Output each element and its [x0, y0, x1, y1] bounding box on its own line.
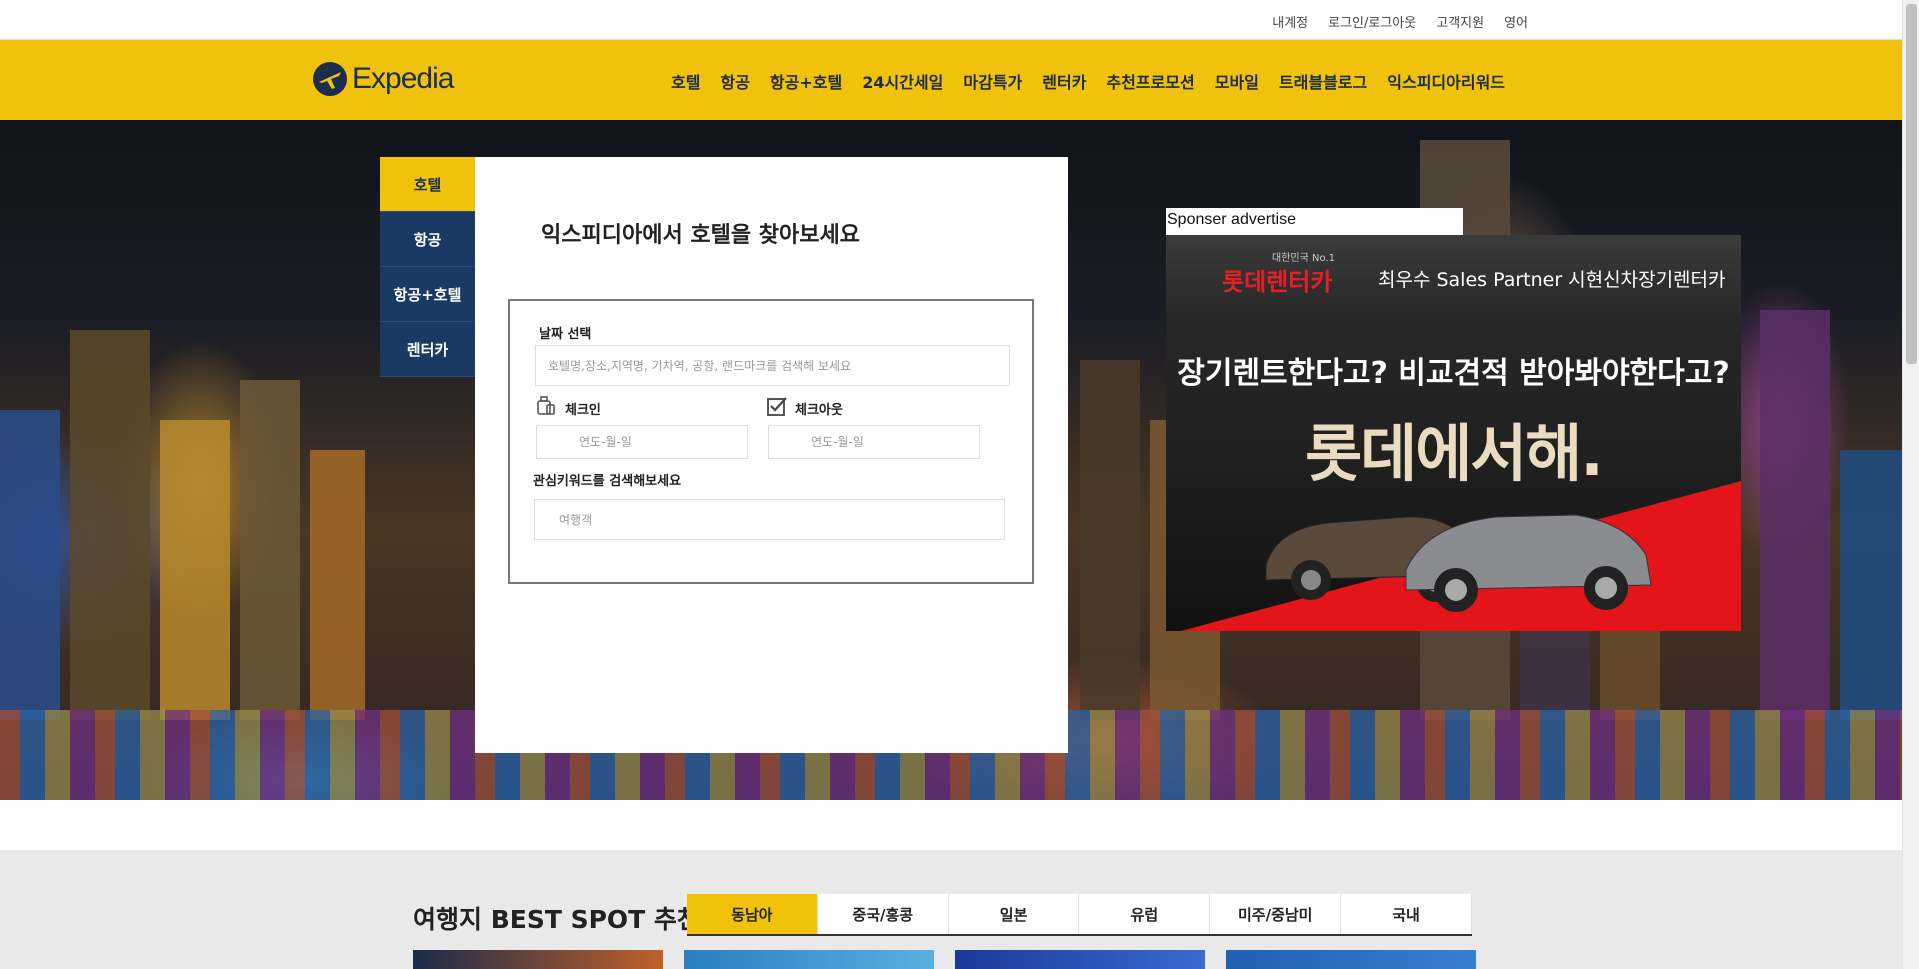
search-type-tabs: 호텔 항공 항공+호텔 렌터카 — [380, 157, 475, 377]
spot-thumbnails — [413, 950, 1476, 969]
ad-label: Sponser advertise — [1166, 208, 1463, 235]
date-select-label: 날짜 선택 — [539, 327, 592, 342]
search-form: 날짜 선택 체크인 체크아웃 관심키워드를 검색해보세요 — [508, 299, 1034, 584]
ad-brand-text: 롯데렌터카 — [1222, 268, 1333, 296]
checkbox-check-icon — [767, 397, 787, 416]
checkin-label: 체크인 — [565, 403, 601, 418]
tab-domestic[interactable]: 국내 — [1341, 894, 1472, 934]
nav-rewards[interactable]: 익스피디아리워드 — [1387, 69, 1505, 93]
login-logout-link[interactable]: 로그인/로그아웃 — [1328, 12, 1416, 31]
ad-headline: 장기렌트한다고? 비교견적 받아봐야한다고? — [1177, 356, 1730, 391]
expedia-logo[interactable]: Expedia — [312, 61, 454, 97]
plane-logo-icon — [313, 62, 347, 96]
spot-thumbnail[interactable] — [955, 950, 1205, 969]
ad-top-band: 대한민국 No.1 롯데렌터카 최우수 Sales Partner 시현신차장기… — [1166, 235, 1741, 325]
nav-flight[interactable]: 항공 — [720, 69, 749, 93]
keyword-label: 관심키워드를 검색해보세요 — [533, 474, 682, 489]
search-tab-flight[interactable]: 항공 — [380, 212, 475, 267]
nav-24h-sale[interactable]: 24시간세일 — [862, 69, 943, 93]
main-header: Expedia 호텔 항공 항공+호텔 24시간세일 마감특가 렌터카 추천프로… — [0, 40, 1902, 120]
nav-mobile[interactable]: 모바일 — [1215, 69, 1259, 93]
best-spot-tabs: 동남아 중국/홍콩 일본 유럽 미주/중남미 국내 — [687, 894, 1472, 936]
best-spot-title: 여행지 BEST SPOT 추천 — [413, 905, 700, 934]
nav-hotel[interactable]: 호텔 — [671, 69, 700, 93]
page-scrollbar[interactable] — [1902, 0, 1919, 969]
logo-text: Expedia — [352, 62, 454, 95]
english-link[interactable]: 영어 — [1504, 12, 1528, 31]
nav-travel-blog[interactable]: 트래블블로그 — [1279, 69, 1367, 93]
luggage-icon — [537, 396, 555, 415]
nav-last-minute[interactable]: 마감특가 — [963, 69, 1022, 93]
tab-china-hongkong[interactable]: 중국/홍콩 — [817, 894, 949, 934]
nav-rental-car[interactable]: 렌터카 — [1042, 69, 1086, 93]
tab-southeast-asia[interactable]: 동남아 — [687, 894, 818, 934]
search-tab-flight-hotel[interactable]: 항공+호텔 — [380, 267, 475, 322]
search-title: 익스피디아에서 호텔을 찾아보세요 — [541, 223, 860, 248]
destination-input[interactable] — [535, 345, 1010, 386]
checkout-label: 체크아웃 — [795, 403, 843, 418]
scrollbar-thumb[interactable] — [1906, 4, 1917, 364]
tab-americas[interactable]: 미주/중남미 — [1210, 894, 1342, 934]
checkin-date-input[interactable] — [536, 425, 748, 459]
checkout-date-input[interactable] — [768, 425, 980, 459]
ad-big-slogan: 롯데에서해. — [1305, 417, 1604, 490]
best-spot-section: 여행지 BEST SPOT 추천 동남아 중국/홍콩 일본 유럽 미주/중남미 … — [0, 850, 1902, 969]
utility-bar: 내계정 로그인/로그아웃 고객지원 영어 — [0, 0, 1902, 40]
nav-promotions[interactable]: 추천프로모션 — [1106, 69, 1194, 93]
my-account-link[interactable]: 내계정 — [1272, 12, 1308, 31]
customer-support-link[interactable]: 고객지원 — [1436, 12, 1484, 31]
main-nav: 호텔 항공 항공+호텔 24시간세일 마감특가 렌터카 추천프로모션 모바일 트… — [671, 69, 1505, 93]
spot-thumbnail[interactable] — [413, 950, 663, 969]
keyword-input[interactable] — [534, 499, 1005, 540]
spot-thumbnail[interactable] — [684, 950, 934, 969]
cars-image — [1265, 514, 1652, 612]
spot-thumbnail[interactable] — [1226, 950, 1476, 969]
utility-links: 내계정 로그인/로그아웃 고객지원 영어 — [1272, 12, 1528, 31]
tab-europe[interactable]: 유럽 — [1079, 894, 1211, 934]
hotel-search-panel: 익스피디아에서 호텔을 찾아보세요 날짜 선택 체크인 체크아웃 관심키워드를 … — [475, 157, 1068, 753]
ad-partner-text: 최우수 Sales Partner 시현신차장기렌터카 — [1378, 269, 1726, 291]
search-tab-rental-car[interactable]: 렌터카 — [380, 322, 475, 377]
tab-japan[interactable]: 일본 — [948, 894, 1080, 934]
search-tab-hotel[interactable]: 호텔 — [380, 157, 475, 212]
nav-flight-hotel[interactable]: 항공+호텔 — [770, 69, 842, 93]
lotte-rentacar-ad[interactable]: 대한민국 No.1 롯데렌터카 최우수 Sales Partner 시현신차장기… — [1166, 235, 1741, 631]
